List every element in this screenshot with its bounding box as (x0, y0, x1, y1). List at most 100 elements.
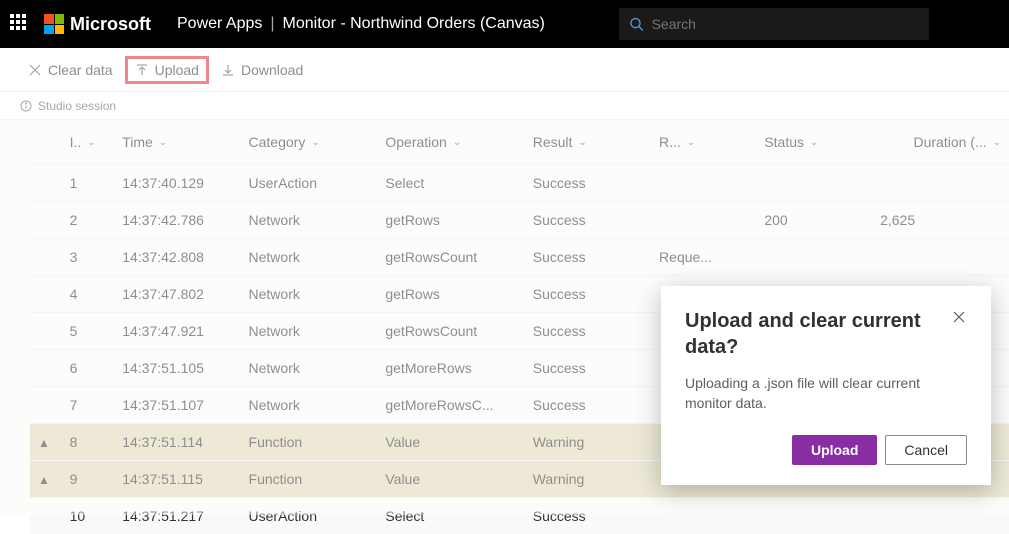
col-result-type[interactable]: R...⌄ (651, 120, 756, 165)
app-name[interactable]: Power Apps (177, 15, 262, 33)
cell-id: 7 (62, 387, 115, 424)
close-icon (953, 311, 965, 323)
cell-time: 14:37:42.786 (114, 202, 240, 239)
chevron-down-icon: ⌄ (311, 137, 319, 148)
cell-operation: getRowsCount (377, 239, 524, 276)
chevron-down-icon: ⌄ (87, 137, 95, 148)
cell-category: UserAction (241, 498, 378, 534)
chevron-down-icon: ⌄ (159, 137, 167, 148)
chevron-down-icon: ⌄ (993, 137, 1001, 148)
chevron-down-icon: ⌄ (810, 137, 818, 148)
chevron-down-icon: ⌄ (453, 137, 461, 148)
cell-result: Success (525, 202, 651, 239)
table-row[interactable]: 114:37:40.129UserActionSelectSuccess (30, 165, 1009, 202)
cell-operation: getMoreRows (377, 350, 524, 387)
cell-status: 200 (756, 202, 872, 239)
cell-category: Function (241, 461, 378, 498)
download-icon (221, 63, 235, 77)
col-status[interactable]: Status⌄ (756, 120, 872, 165)
clear-data-button[interactable]: Clear data (18, 56, 123, 84)
dialog-cancel-button[interactable]: Cancel (885, 435, 967, 465)
cell-category: Network (241, 276, 378, 313)
cell-duration (872, 239, 1009, 276)
page-title: Monitor - Northwind Orders (Canvas) (283, 15, 545, 33)
cell-result: Success (525, 387, 651, 424)
cell-operation: Select (377, 165, 524, 202)
col-result[interactable]: Result⌄ (525, 120, 651, 165)
grid-header-row: I..⌄ Time⌄ Category⌄ Operation⌄ Result⌄ … (30, 120, 1009, 165)
download-label: Download (241, 62, 303, 78)
cell-time: 14:37:51.107 (114, 387, 240, 424)
cell-status (756, 165, 872, 202)
session-label: Studio session (38, 99, 116, 113)
cell-id: 2 (62, 202, 115, 239)
cell-time: 14:37:40.129 (114, 165, 240, 202)
cell-operation: Select (377, 498, 524, 534)
chevron-down-icon: ⌄ (687, 137, 695, 148)
cell-time: 14:37:47.921 (114, 313, 240, 350)
cell-duration (872, 165, 1009, 202)
upload-icon (135, 63, 149, 77)
download-button[interactable]: Download (211, 56, 313, 84)
cell-result-type (651, 498, 756, 534)
cell-time: 14:37:51.115 (114, 461, 240, 498)
cell-id: 8 (62, 424, 115, 461)
cell-result-type: Reque... (651, 239, 756, 276)
cell-id: 5 (62, 313, 115, 350)
col-warn[interactable] (30, 120, 62, 165)
col-operation[interactable]: Operation⌄ (377, 120, 524, 165)
upload-button[interactable]: Upload (125, 56, 209, 84)
cell-result: Success (525, 165, 651, 202)
cell-time: 14:37:51.105 (114, 350, 240, 387)
cell-time: 14:37:51.114 (114, 424, 240, 461)
cell-id: 1 (62, 165, 115, 202)
dialog-body: Uploading a .json file will clear curren… (685, 374, 967, 413)
cell-result: Success (525, 276, 651, 313)
cell-operation: Value (377, 461, 524, 498)
command-bar: Clear data Upload Download (0, 48, 1009, 92)
microsoft-logo-icon (44, 14, 64, 34)
cell-operation: getMoreRowsC... (377, 387, 524, 424)
col-duration[interactable]: Duration (...⌄ (872, 120, 1009, 165)
brand-text: Microsoft (70, 14, 151, 35)
cell-duration (872, 498, 1009, 534)
dialog-upload-button[interactable]: Upload (792, 435, 877, 465)
cell-time: 14:37:42.808 (114, 239, 240, 276)
cell-category: Network (241, 239, 378, 276)
close-icon (28, 63, 42, 77)
col-time[interactable]: Time⌄ (114, 120, 240, 165)
table-row[interactable]: 314:37:42.808NetworkgetRowsCountSuccessR… (30, 239, 1009, 276)
info-icon (20, 100, 32, 112)
cell-result: Success (525, 498, 651, 534)
table-row[interactable]: 1014:37:51.217UserActionSelectSuccess (30, 498, 1009, 534)
cell-id: 10 (62, 498, 115, 534)
cell-operation: getRows (377, 202, 524, 239)
warning-icon: ▲ (38, 436, 50, 450)
search-input[interactable] (652, 16, 919, 32)
app-launcher-icon[interactable] (10, 14, 30, 34)
cell-category: Network (241, 202, 378, 239)
upload-dialog: Upload and clear current data? Uploading… (661, 286, 991, 485)
cell-result-type (651, 202, 756, 239)
cell-id: 9 (62, 461, 115, 498)
title-block: Power Apps | Monitor - Northwind Orders … (177, 15, 545, 33)
cell-result: Success (525, 313, 651, 350)
dialog-title: Upload and clear current data? (685, 308, 951, 360)
table-row[interactable]: 214:37:42.786NetworkgetRowsSuccess 2002,6… (30, 202, 1009, 239)
cell-result: Success (525, 350, 651, 387)
cell-time: 14:37:51.217 (114, 498, 240, 534)
global-header: Microsoft Power Apps | Monitor - Northwi… (0, 0, 1009, 48)
col-category[interactable]: Category⌄ (241, 120, 378, 165)
cell-result: Success (525, 239, 651, 276)
cell-operation: Value (377, 424, 524, 461)
cell-result: Warning (525, 461, 651, 498)
search-box[interactable] (619, 8, 929, 40)
title-divider: | (270, 15, 274, 33)
cell-category: Network (241, 387, 378, 424)
session-bar: Studio session (0, 92, 1009, 120)
cell-result: Warning (525, 424, 651, 461)
clear-data-label: Clear data (48, 62, 113, 78)
cell-duration: 2,625 (872, 202, 1009, 239)
dialog-close-button[interactable] (951, 308, 967, 328)
col-id[interactable]: I..⌄ (62, 120, 115, 165)
